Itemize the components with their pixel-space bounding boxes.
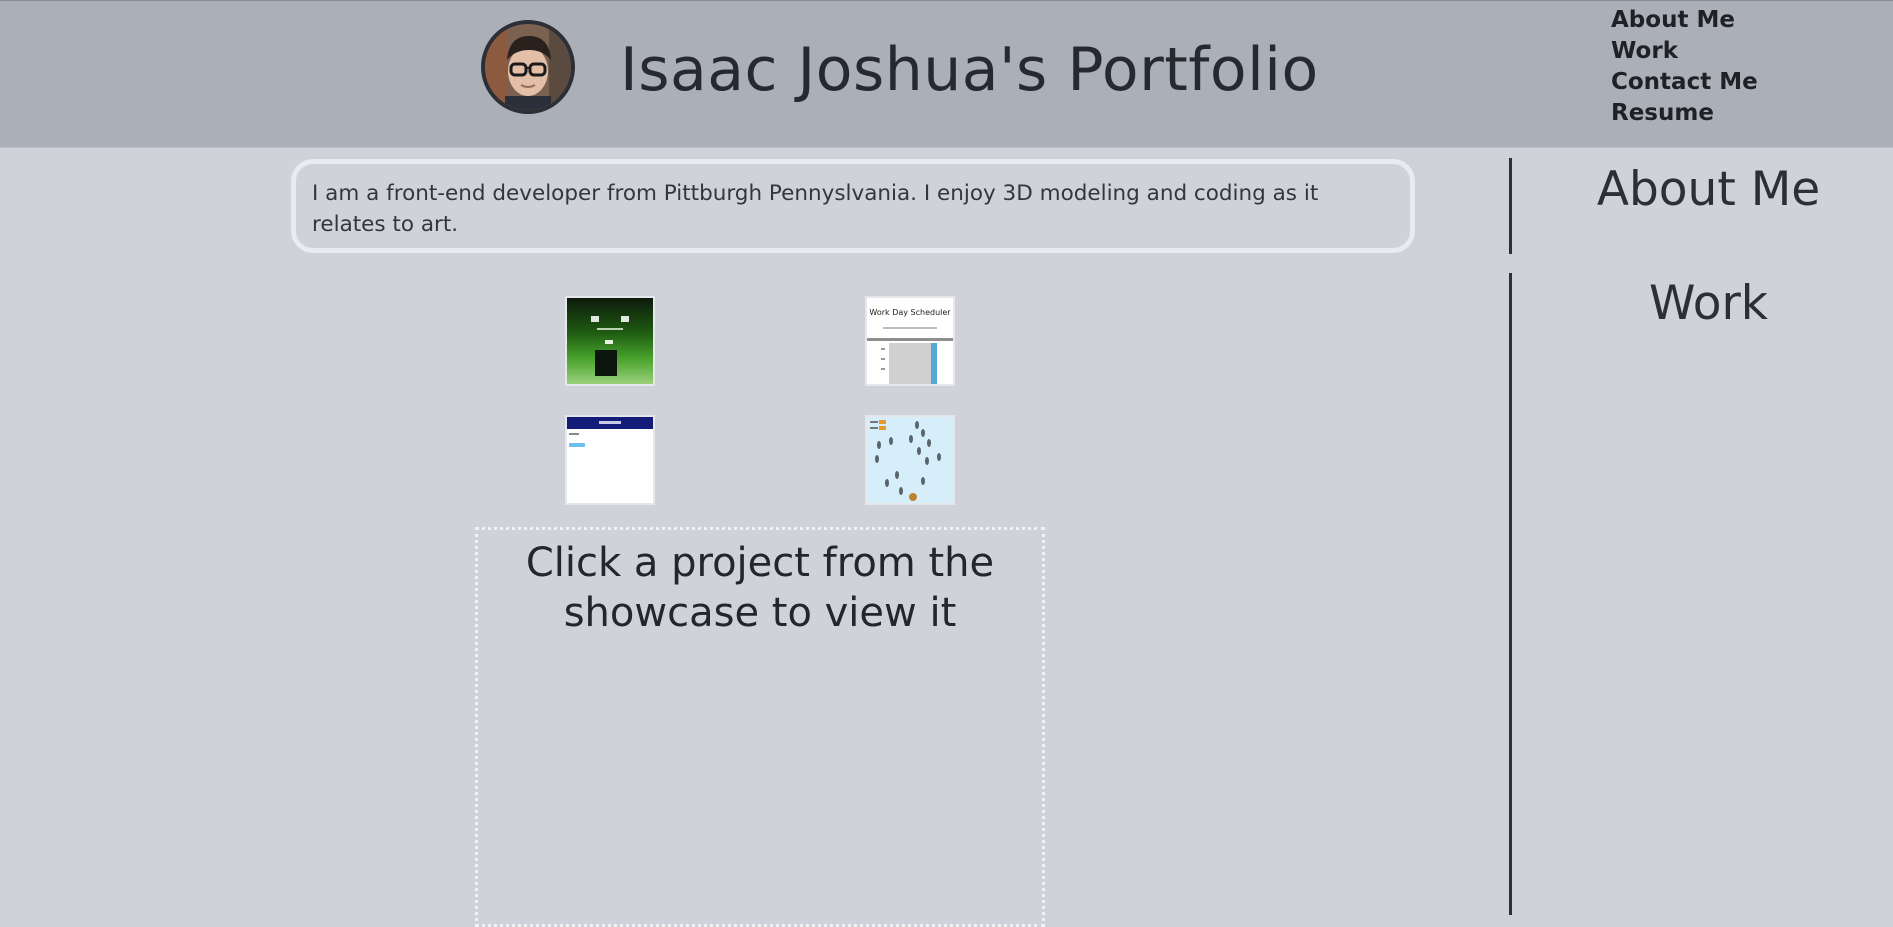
nav-link-about-me[interactable]: About Me — [1611, 5, 1758, 36]
viewer-placeholder-text: Click a project from the showcase to vie… — [525, 540, 995, 636]
project-thumbnail-1[interactable] — [565, 296, 655, 386]
work-section: Work — [1509, 273, 1893, 915]
about-me-section: About Me — [1509, 158, 1893, 254]
intro-panel: I am a front-end developer from Pittburg… — [291, 159, 1415, 253]
falling-objects-game-preview-icon — [870, 420, 941, 501]
nav-link-resume[interactable]: Resume — [1611, 98, 1758, 129]
project-thumbnail-3[interactable] — [565, 415, 655, 505]
intro-text: I am a front-end developer from Pittburg… — [312, 181, 1319, 237]
page-title: Isaac Joshua's Portfolio — [620, 35, 1319, 105]
scheduler-preview-icon — [867, 327, 953, 384]
main-nav: About Me Work Contact Me Resume — [1611, 5, 1758, 129]
green-game-preview-icon — [591, 316, 629, 376]
project-thumbnail-2[interactable]: Work Day Scheduler — [865, 296, 955, 386]
face-illustration-icon — [485, 24, 571, 110]
thumbnail-title: Work Day Scheduler — [869, 308, 951, 317]
project-thumbnail-4[interactable] — [865, 415, 955, 505]
profile-photo-icon — [481, 20, 575, 114]
nav-link-contact-me[interactable]: Contact Me — [1611, 67, 1758, 98]
about-me-heading: About Me — [1596, 162, 1821, 217]
work-heading: Work — [1648, 276, 1768, 331]
project-viewer: Click a project from the showcase to vie… — [475, 527, 1045, 927]
nav-link-work[interactable]: Work — [1611, 36, 1758, 67]
notes-app-preview-icon — [567, 417, 653, 447]
site-header: Isaac Joshua's Portfolio About Me Work C… — [0, 0, 1893, 148]
